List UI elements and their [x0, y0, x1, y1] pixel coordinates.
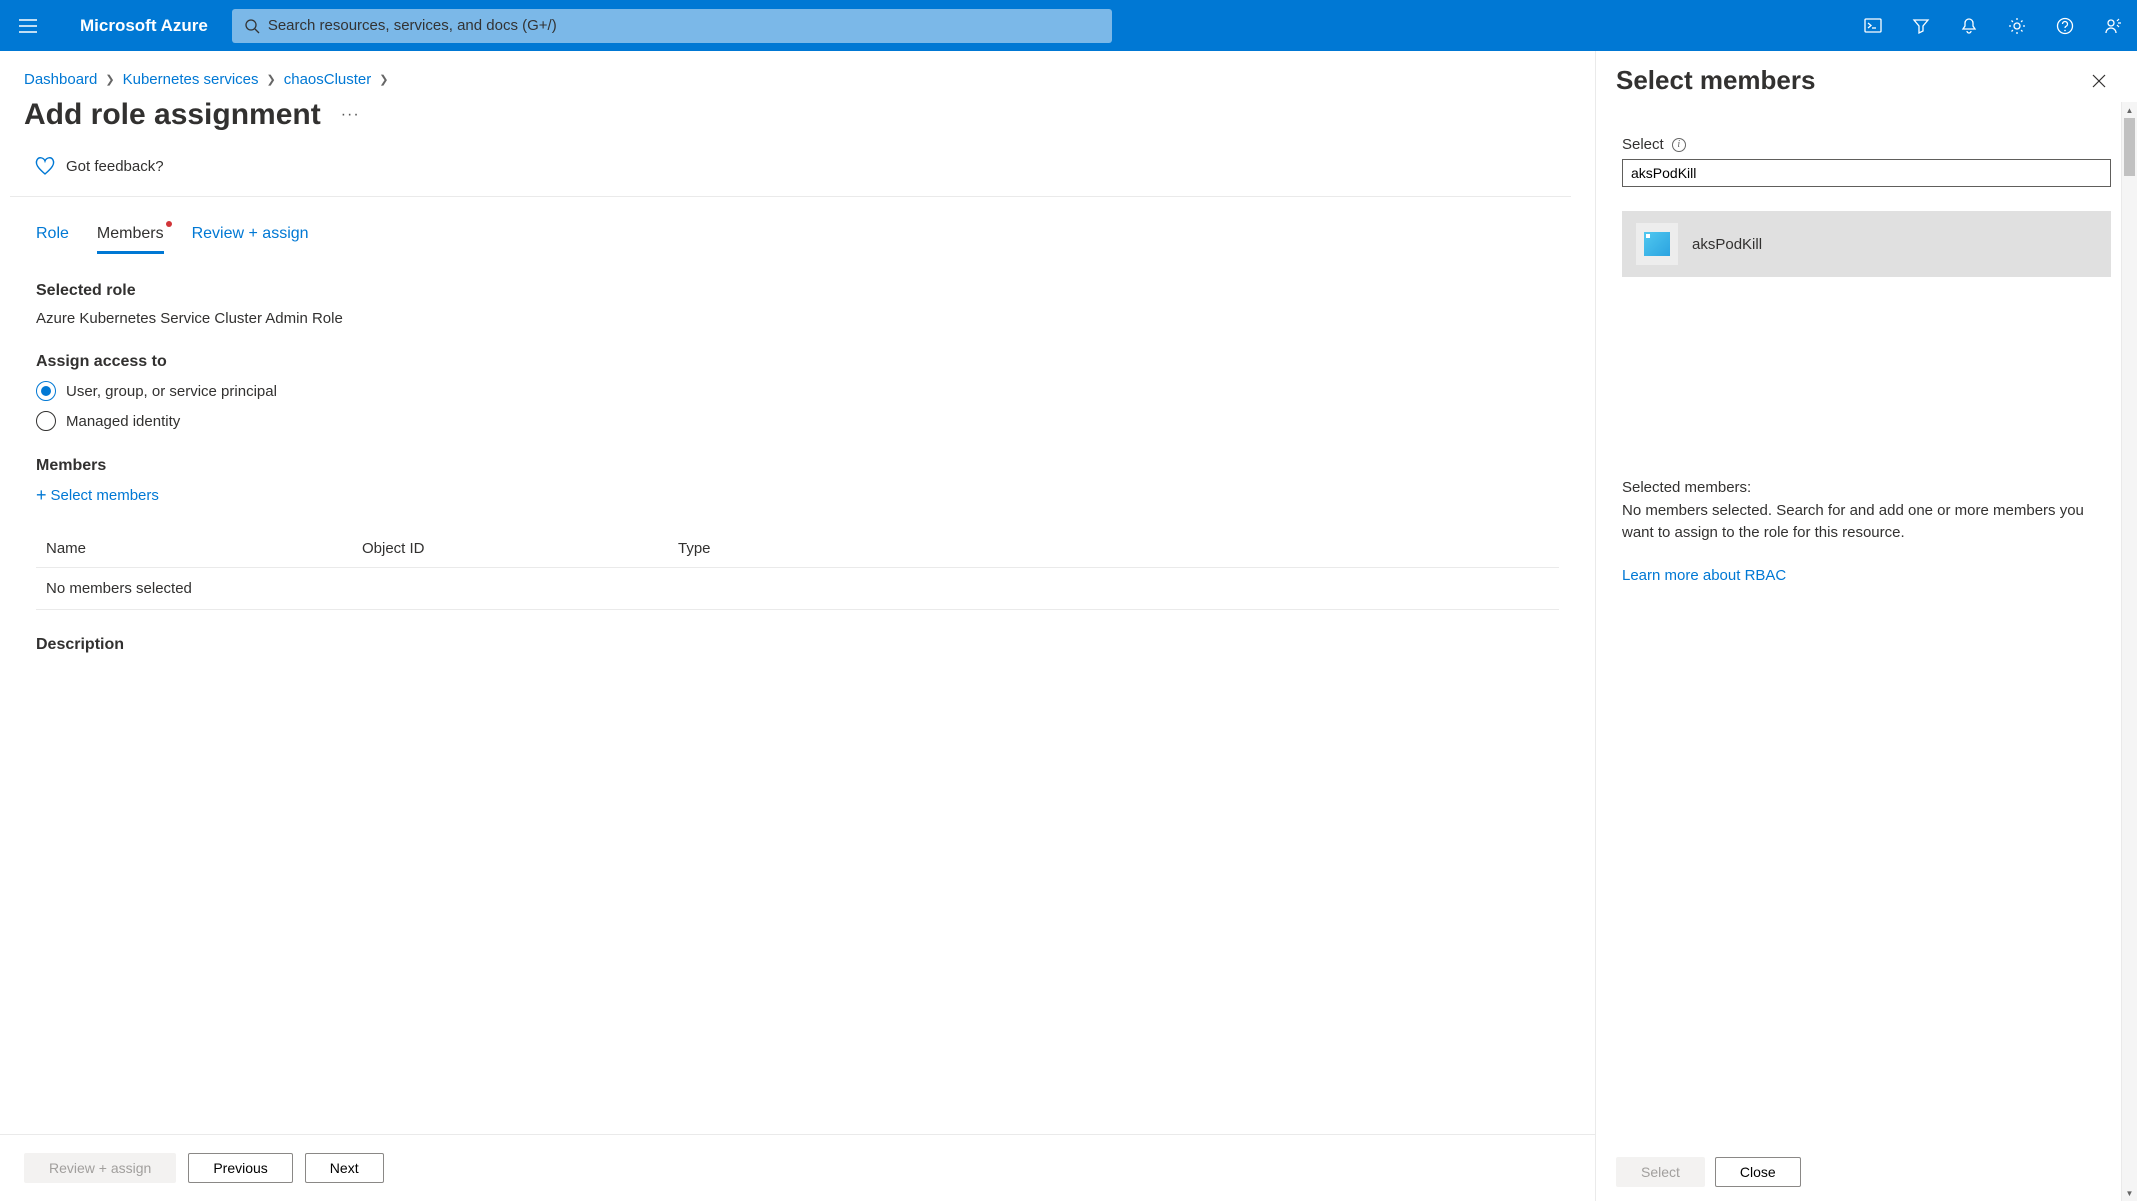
col-type: Type [678, 540, 1549, 557]
scroll-down-icon[interactable]: ▼ [2122, 1185, 2137, 1201]
next-button[interactable]: Next [305, 1153, 384, 1183]
search-result-item[interactable]: aksPodKill [1622, 211, 2111, 277]
panel-body: Select i aksPodKill Selected members: No… [1596, 96, 2137, 1143]
cloud-shell-button[interactable] [1849, 0, 1897, 51]
select-members-text: Select members [51, 487, 159, 504]
table-header: Name Object ID Type [36, 530, 1559, 568]
review-assign-button[interactable]: Review + assign [24, 1153, 176, 1183]
scroll-up-icon[interactable]: ▲ [2122, 102, 2137, 118]
breadcrumb-chaos-cluster[interactable]: chaosCluster [284, 71, 372, 88]
panel-select-button[interactable]: Select [1616, 1157, 1705, 1187]
tab-members-label: Members [97, 225, 164, 242]
footer-bar: Review + assign Previous Next [0, 1134, 1595, 1201]
chevron-right-icon: ❯ [105, 73, 114, 86]
select-label-text: Select [1622, 136, 1664, 153]
result-avatar [1636, 223, 1678, 265]
tabs: Role Members Review + assign [0, 197, 1595, 254]
chevron-right-icon: ❯ [379, 73, 388, 86]
page-title: Add role assignment [24, 98, 321, 132]
person-feedback-icon [2104, 17, 2122, 35]
directory-filter-button[interactable] [1897, 0, 1945, 51]
settings-button[interactable] [1993, 0, 2041, 51]
assign-access-label: Assign access to [36, 353, 1559, 371]
topbar-icons [1849, 0, 2137, 51]
selected-members-info: Selected members: No members selected. S… [1622, 477, 2111, 587]
panel-footer: Select Close [1596, 1143, 2137, 1201]
selected-role-value: Azure Kubernetes Service Cluster Admin R… [36, 310, 1559, 327]
select-members-link[interactable]: + Select members [36, 485, 1559, 506]
scrollbar-thumb[interactable] [2124, 118, 2135, 176]
tab-review-assign[interactable]: Review + assign [192, 225, 309, 254]
previous-button[interactable]: Previous [188, 1153, 292, 1183]
members-label: Members [36, 457, 1559, 475]
hamburger-icon [19, 19, 37, 33]
topbar: Microsoft Azure [0, 0, 2137, 51]
brand-logo[interactable]: Microsoft Azure [56, 16, 232, 36]
breadcrumb-dashboard[interactable]: Dashboard [24, 71, 97, 88]
panel-title: Select members [1616, 65, 1815, 96]
radio-user-label: User, group, or service principal [66, 383, 277, 400]
search-icon [244, 18, 260, 34]
app-icon [1644, 232, 1670, 256]
bell-icon [1961, 17, 1977, 35]
col-name: Name [46, 540, 362, 557]
main-area: Dashboard ❯ Kubernetes services ❯ chaosC… [0, 51, 2137, 1201]
radio-icon [36, 411, 56, 431]
help-button[interactable] [2041, 0, 2089, 51]
hamburger-menu-button[interactable] [0, 0, 56, 51]
close-icon [2091, 73, 2107, 89]
search-box[interactable] [232, 9, 1112, 43]
more-actions-button[interactable]: ··· [341, 106, 360, 124]
tab-members[interactable]: Members [97, 225, 164, 254]
feedback-link[interactable]: Got feedback? [10, 132, 1571, 197]
filter-icon [1912, 17, 1930, 35]
selected-role-label: Selected role [36, 282, 1559, 300]
panel-close-button[interactable] [2087, 69, 2111, 93]
breadcrumb-kubernetes-services[interactable]: Kubernetes services [123, 71, 259, 88]
cloud-shell-icon [1864, 18, 1882, 34]
col-object-id: Object ID [362, 540, 678, 557]
tab-role[interactable]: Role [36, 225, 69, 254]
radio-managed-label: Managed identity [66, 413, 180, 430]
left-pane: Dashboard ❯ Kubernetes services ❯ chaosC… [0, 51, 1595, 1201]
selected-members-label: Selected members: [1622, 477, 2111, 500]
heart-icon [34, 156, 56, 176]
feedback-button[interactable] [2089, 0, 2137, 51]
learn-more-link[interactable]: Learn more about RBAC [1622, 565, 1786, 588]
notifications-button[interactable] [1945, 0, 1993, 51]
info-icon[interactable]: i [1672, 138, 1686, 152]
feedback-label: Got feedback? [66, 158, 164, 175]
members-table: Name Object ID Type No members selected [36, 530, 1559, 610]
scrollbar[interactable]: ▲ ▼ [2121, 102, 2137, 1201]
search-input[interactable] [268, 17, 1100, 34]
page-header: Add role assignment ··· [0, 88, 1595, 132]
table-empty-row: No members selected [36, 568, 1559, 610]
radio-user-group-principal[interactable]: User, group, or service principal [36, 381, 1559, 401]
radio-icon [36, 381, 56, 401]
content-scroll: Selected role Azure Kubernetes Service C… [0, 254, 1595, 1134]
selected-members-text: No members selected. Search for and add … [1622, 500, 2111, 545]
select-input[interactable] [1622, 159, 2111, 187]
chevron-right-icon: ❯ [267, 73, 276, 86]
select-field-label: Select i [1622, 136, 2111, 153]
help-icon [2056, 17, 2074, 35]
select-members-panel: Select members Select i aksPodKill [1595, 51, 2137, 1201]
plus-icon: + [36, 485, 47, 506]
result-name: aksPodKill [1692, 236, 1762, 253]
alert-dot-icon [166, 221, 172, 227]
panel-header: Select members [1596, 51, 2137, 96]
panel-close-footer-button[interactable]: Close [1715, 1157, 1801, 1187]
radio-managed-identity[interactable]: Managed identity [36, 411, 1559, 431]
breadcrumb: Dashboard ❯ Kubernetes services ❯ chaosC… [0, 51, 1595, 88]
gear-icon [2008, 17, 2026, 35]
description-label: Description [36, 636, 1559, 654]
